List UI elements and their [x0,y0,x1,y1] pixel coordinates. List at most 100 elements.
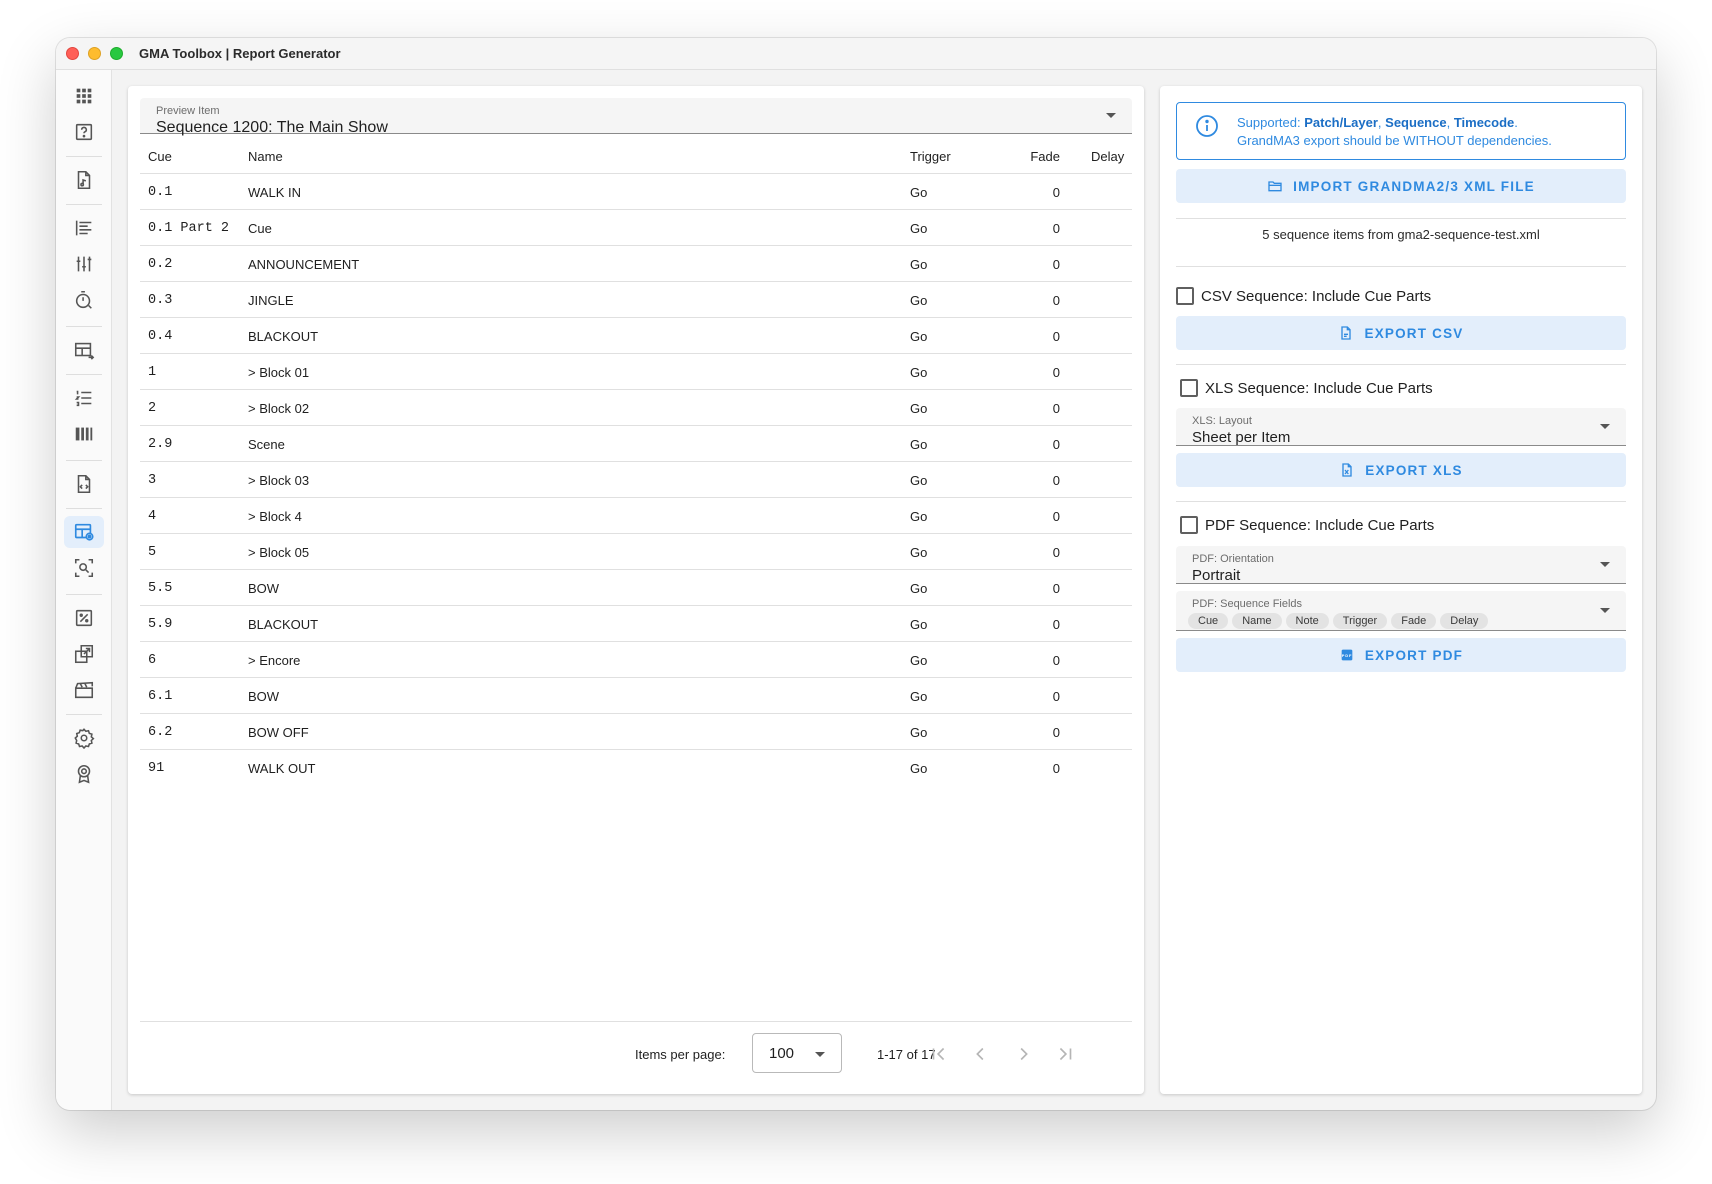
export-csv-button[interactable]: EXPORT CSV [1176,316,1626,350]
column-header-delay[interactable]: Delay [1091,149,1124,164]
file-excel-icon [1342,463,1352,477]
export-xls-button[interactable]: EXPORT XLS [1176,453,1626,487]
clapperboard-icon[interactable] [64,674,104,706]
sidebar [56,70,112,1110]
field-chip[interactable]: Trigger [1332,613,1388,629]
field-chip[interactable]: Fade [1391,613,1437,629]
award-icon[interactable] [64,758,104,790]
csv-checkbox-label: CSV Sequence: Include Cue Parts [1201,287,1432,305]
items-per-page-select[interactable]: 100 [752,1033,842,1073]
cell-trigger: Go [910,329,928,344]
field-chip[interactable]: Note [1285,613,1329,629]
cell-trigger: Go [910,365,928,380]
cell-name: ANNOUNCEMENT [248,257,360,272]
cell-name: > Encore [248,653,301,668]
align-left-icon[interactable] [64,212,104,244]
table-row: 0.3 JINGLE Go 0 [140,282,1132,318]
field-chip[interactable]: Cue [1188,613,1229,629]
next-page-button[interactable] [1012,1043,1034,1065]
chevron-down-icon [815,1052,825,1057]
list-numbered-icon[interactable] [64,382,104,414]
chevron-down-icon [1600,423,1610,429]
cell-cue: 6.2 [148,725,173,740]
cell-name: BOW [248,581,280,596]
table-row: 0.1 WALK IN Go 0 [140,174,1132,210]
field-chip[interactable]: Delay [1440,613,1489,629]
minimize-window-button[interactable] [88,47,101,60]
checkbox-icon[interactable] [1180,379,1198,397]
cell-cue: 0.1 Part 2 [148,221,230,236]
export-xls-label: EXPORT XLS [1365,462,1463,478]
first-page-icon [932,1047,945,1061]
table-arrow-icon[interactable] [64,334,104,366]
xls-layout-select[interactable]: XLS: Layout Sheet per Item [1176,408,1626,446]
cell-name: BLACKOUT [248,617,319,632]
cell-trigger: Go [910,581,928,596]
cell-fade: 0 [1052,437,1060,452]
pdf-checkbox-label: PDF Sequence: Include Cue Parts [1205,516,1435,534]
csv-include-parts-checkbox[interactable]: CSV Sequence: Include Cue Parts [1176,287,1431,305]
table-row: 6.1 BOW Go 0 [140,678,1132,714]
last-page-icon [1059,1047,1072,1061]
xls-layout-label: XLS: Layout [1192,415,1252,427]
cell-fade: 0 [1052,761,1060,776]
cell-fade: 0 [1052,617,1060,632]
checkbox-icon[interactable] [1176,287,1194,305]
pdf-fields-chips: Cue Name Note Trigger Fade Delay [1188,613,1489,629]
apps-icon[interactable] [64,80,104,112]
cell-fade: 0 [1052,365,1060,380]
pdf-include-parts-checkbox[interactable]: PDF Sequence: Include Cue Parts [1180,516,1434,534]
cell-name: > Block 05 [248,545,310,560]
close-window-button[interactable] [66,47,79,60]
info-icon [1196,115,1218,137]
cell-cue: 0.2 [148,257,173,272]
cell-fade: 0 [1052,545,1060,560]
cell-fade: 0 [1052,581,1060,596]
column-header-fade[interactable]: Fade [1020,149,1060,164]
gear-icon[interactable] [64,722,104,754]
page-range-label: 1-17 of 17 [877,1047,936,1062]
column-header-name[interactable]: Name [248,149,283,164]
info-ma3-note: GrandMA3 export should be WITHOUT depend… [1237,133,1552,148]
column-header-cue[interactable]: Cue [148,149,172,164]
cell-fade: 0 [1052,401,1060,416]
export-box-icon[interactable] [64,638,104,670]
file-music-icon[interactable] [64,164,104,196]
sliders-icon[interactable] [64,248,104,280]
title-bar: GMA Toolbox | Report Generator [56,38,1656,70]
import-xml-button[interactable]: IMPORT GRANDMA2/3 XML FILE [1176,169,1626,203]
last-page-button[interactable] [1054,1043,1076,1065]
cell-trigger: Go [910,401,928,416]
maximize-window-button[interactable] [110,47,123,60]
cell-cue: 3 [148,473,157,488]
columns-icon[interactable] [64,418,104,450]
cell-name: WALK IN [248,185,301,200]
info-item-timecode: Timecode [1453,115,1515,130]
table-row: 6.2 BOW OFF Go 0 [140,714,1132,750]
chevron-left-icon [976,1047,984,1061]
cell-trigger: Go [910,689,928,704]
table-eye-icon[interactable] [64,516,104,548]
previous-page-button[interactable] [970,1043,992,1065]
cell-trigger: Go [910,473,928,488]
field-chip[interactable]: Name [1232,613,1282,629]
pdf-fields-select[interactable]: PDF: Sequence Fields Cue Name Note Trigg… [1176,591,1626,631]
export-pdf-button[interactable]: PDF EXPORT PDF [1176,638,1626,672]
cell-trigger: Go [910,545,928,560]
percent-box-icon[interactable] [64,602,104,634]
checkbox-icon[interactable] [1180,516,1198,534]
preview-item-select[interactable]: Preview Item Sequence 1200: The Main Sho… [140,98,1132,136]
column-header-trigger[interactable]: Trigger [910,149,951,164]
paginator: Items per page: 100 1-17 of 17 [140,1021,1132,1093]
timer-icon[interactable] [64,284,104,316]
help-icon[interactable] [64,116,104,148]
file-code-icon[interactable] [64,468,104,500]
export-card: Supported: Patch/Layer, Sequence, Timeco… [1160,86,1642,1094]
cell-name: BOW [248,689,280,704]
scan-search-icon[interactable] [64,552,104,584]
xls-include-parts-checkbox[interactable]: XLS Sequence: Include Cue Parts [1180,379,1433,397]
pdf-orientation-select[interactable]: PDF: Orientation Portrait [1176,546,1626,584]
first-page-button[interactable] [928,1043,950,1065]
preview-item-value: Sequence 1200: The Main Show [156,119,388,136]
table-row: 5 > Block 05 Go 0 [140,534,1132,570]
